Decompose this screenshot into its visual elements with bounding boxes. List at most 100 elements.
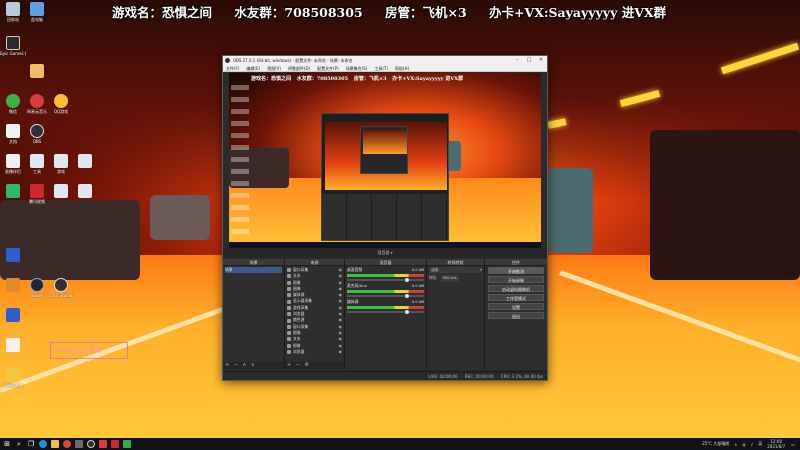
up-icon[interactable]: ∧ — [243, 362, 247, 368]
desktop-icon-game[interactable]: 游戏 — [48, 154, 74, 174]
obs-mode-strip[interactable]: 混音器 ▾ — [223, 248, 547, 258]
taskbar-app-game[interactable] — [74, 439, 84, 449]
menu-docks[interactable]: 停靠部件(D) — [288, 65, 310, 71]
input-language[interactable]: 英 — [758, 441, 762, 447]
menu-view[interactable]: 视图(V) — [267, 65, 281, 71]
volume-knob[interactable] — [405, 310, 409, 314]
taskbar-app-obs[interactable] — [86, 439, 96, 449]
obs-menu-bar: 文件(F) 编辑(E) 视图(V) 停靠部件(D) 配置文件(P) 场景集合(S… — [223, 65, 547, 72]
desktop-icon-document[interactable]: 文档 — [0, 124, 26, 144]
desktop-icon-file-2[interactable] — [0, 338, 26, 353]
sources-dock-title: 来源 — [285, 259, 344, 266]
app-icon — [6, 278, 20, 292]
scenes-dock: 场景 场景 + − ∧ ∨ — [223, 259, 285, 369]
volume-slider[interactable] — [347, 278, 424, 282]
mixer-toggle[interactable]: 混音器 ▾ — [377, 250, 392, 255]
desktop-icon-file[interactable] — [24, 64, 50, 79]
weather-widget[interactable]: 25°C 大部晴朗 — [702, 441, 729, 447]
desktop-icon-tool[interactable]: 工具 — [24, 154, 50, 174]
desktop-icon-app-1[interactable] — [0, 248, 26, 263]
volume-icon[interactable]: ♪ — [751, 442, 754, 447]
start-streaming-button[interactable]: 开始推流 — [488, 267, 544, 274]
menu-profile[interactable]: 配置文件(P) — [317, 65, 339, 71]
clock-date: 2021/8/7 — [767, 444, 786, 449]
desktop-icon-red-app[interactable]: 腾讯视频 — [24, 184, 50, 204]
desktop-icon-folder-2[interactable] — [72, 184, 98, 199]
source-item[interactable]: 浏览器 ◉ — [287, 349, 342, 355]
desktop-icon-epic[interactable]: Epic Games Launcher — [0, 36, 26, 56]
desktop-icon-video[interactable] — [72, 154, 98, 169]
netease-music-icon — [99, 440, 107, 448]
scene-item[interactable]: 场景 — [225, 267, 282, 274]
obs-title-bar[interactable]: OBS 27.0.1 (64-bit, windows) - 配置文件: 未命名… — [223, 56, 547, 65]
car-far-right — [650, 130, 800, 280]
close-icon[interactable]: ✕ — [535, 56, 547, 65]
settings-icon[interactable]: ⚙ — [305, 362, 309, 368]
desktop-icon-play[interactable] — [0, 184, 26, 199]
taskbar-app-edge[interactable] — [38, 439, 48, 449]
sources-dock-toolbar: + − ⚙ — [285, 362, 344, 369]
desktop-icon-obs-studio[interactable]: OBS Studio — [48, 278, 74, 298]
obs-preview[interactable]: 游戏名：恐惧之间 水友群：708508305 房管：飞机×3 办卡+VX:Say… — [229, 73, 541, 248]
desktop-icon-wegame[interactable]: WeGame — [0, 368, 26, 388]
start-button[interactable]: ⊞ — [2, 439, 12, 449]
source-type-icon — [287, 280, 291, 285]
desktop-icon-recycle-bin[interactable]: 回收站 — [0, 2, 26, 22]
banner-game: 游戏名：恐惧之间 — [112, 5, 213, 20]
stream-banner: 游戏名：恐惧之间 水友群：708508305 房管：飞机×3 办卡+VX:Say… — [112, 2, 712, 20]
taskbar-app-netease[interactable] — [98, 439, 108, 449]
transition-duration: 时长 300 ms — [429, 275, 459, 282]
rec-status: REC: 00:00:00 — [464, 374, 494, 379]
desktop-icon-app-2[interactable] — [0, 278, 26, 293]
eye-icon[interactable]: ◉ — [339, 349, 343, 355]
network-icon[interactable]: ◍ — [742, 442, 746, 447]
desktop-icon-folder[interactable] — [48, 184, 74, 199]
volume-slider[interactable] — [347, 294, 424, 298]
menu-scene-collection[interactable]: 场景集合(S) — [346, 65, 368, 71]
recycle-bin-icon — [6, 2, 20, 16]
maximize-icon[interactable]: □ — [523, 56, 535, 65]
desktop-icon-stream-companion[interactable]: 直播伴侣 — [0, 154, 26, 174]
volume-meter — [347, 306, 424, 309]
menu-tools[interactable]: 工具(T) — [374, 65, 388, 71]
search-button[interactable]: ⌕ — [14, 439, 24, 449]
menu-file[interactable]: 文件(F) — [226, 65, 239, 71]
start-recording-button[interactable]: 开始录制 — [488, 276, 544, 283]
transition-select[interactable]: 淡出 ▾ — [429, 267, 482, 274]
source-type-icon — [287, 287, 291, 292]
taskbar-app-check[interactable] — [122, 439, 132, 449]
start-virtual-camera-button[interactable]: 启动虚拟摄像机 — [488, 285, 544, 292]
volume-knob[interactable] — [405, 294, 409, 298]
clock[interactable]: 12:00 2021/8/7 — [767, 439, 785, 449]
taskbar-app-chrome[interactable] — [62, 439, 72, 449]
exit-button[interactable]: 退出 — [488, 312, 544, 319]
desktop-icon-obs[interactable]: OBS — [24, 124, 50, 144]
task-view-button[interactable]: ❐ — [26, 439, 36, 449]
taskbar-app-red[interactable] — [110, 439, 120, 449]
add-icon[interactable]: + — [225, 362, 229, 368]
desktop-icon-qq-game[interactable]: QQ游戏 — [48, 94, 74, 114]
volume-meter — [347, 274, 424, 277]
menu-edit[interactable]: 编辑(E) — [246, 65, 260, 71]
studio-mode-button[interactable]: 工作室模式 — [488, 294, 544, 301]
add-icon[interactable]: + — [287, 362, 291, 368]
menu-help[interactable]: 帮助(H) — [395, 65, 409, 71]
desktop-icon-netease[interactable]: 网易云音乐 — [24, 94, 50, 114]
down-icon[interactable]: ∨ — [251, 362, 255, 368]
notification-icon[interactable]: ▭ — [791, 442, 795, 447]
tray-expand-icon[interactable]: ∧ — [734, 442, 737, 447]
duration-field[interactable]: 300 ms — [440, 275, 459, 282]
minimize-icon[interactable]: – — [511, 56, 523, 65]
settings-button[interactable]: 设置 — [488, 303, 544, 310]
volume-knob[interactable] — [405, 278, 409, 282]
remove-icon[interactable]: − — [234, 362, 238, 368]
desktop-icon-computer[interactable]: 此电脑 — [24, 2, 50, 22]
volume-slider[interactable] — [347, 310, 424, 314]
desktop-icon-steam[interactable]: Steam — [24, 278, 50, 298]
desktop-icon-wechat[interactable]: 微信 — [0, 94, 26, 114]
source-type-icon — [287, 318, 291, 323]
taskbar-app-explorer[interactable] — [50, 439, 60, 449]
remove-icon[interactable]: − — [296, 362, 300, 368]
desktop-icon-app-3[interactable] — [0, 308, 26, 323]
obs-window[interactable]: OBS 27.0.1 (64-bit, windows) - 配置文件: 未命名… — [222, 55, 548, 381]
